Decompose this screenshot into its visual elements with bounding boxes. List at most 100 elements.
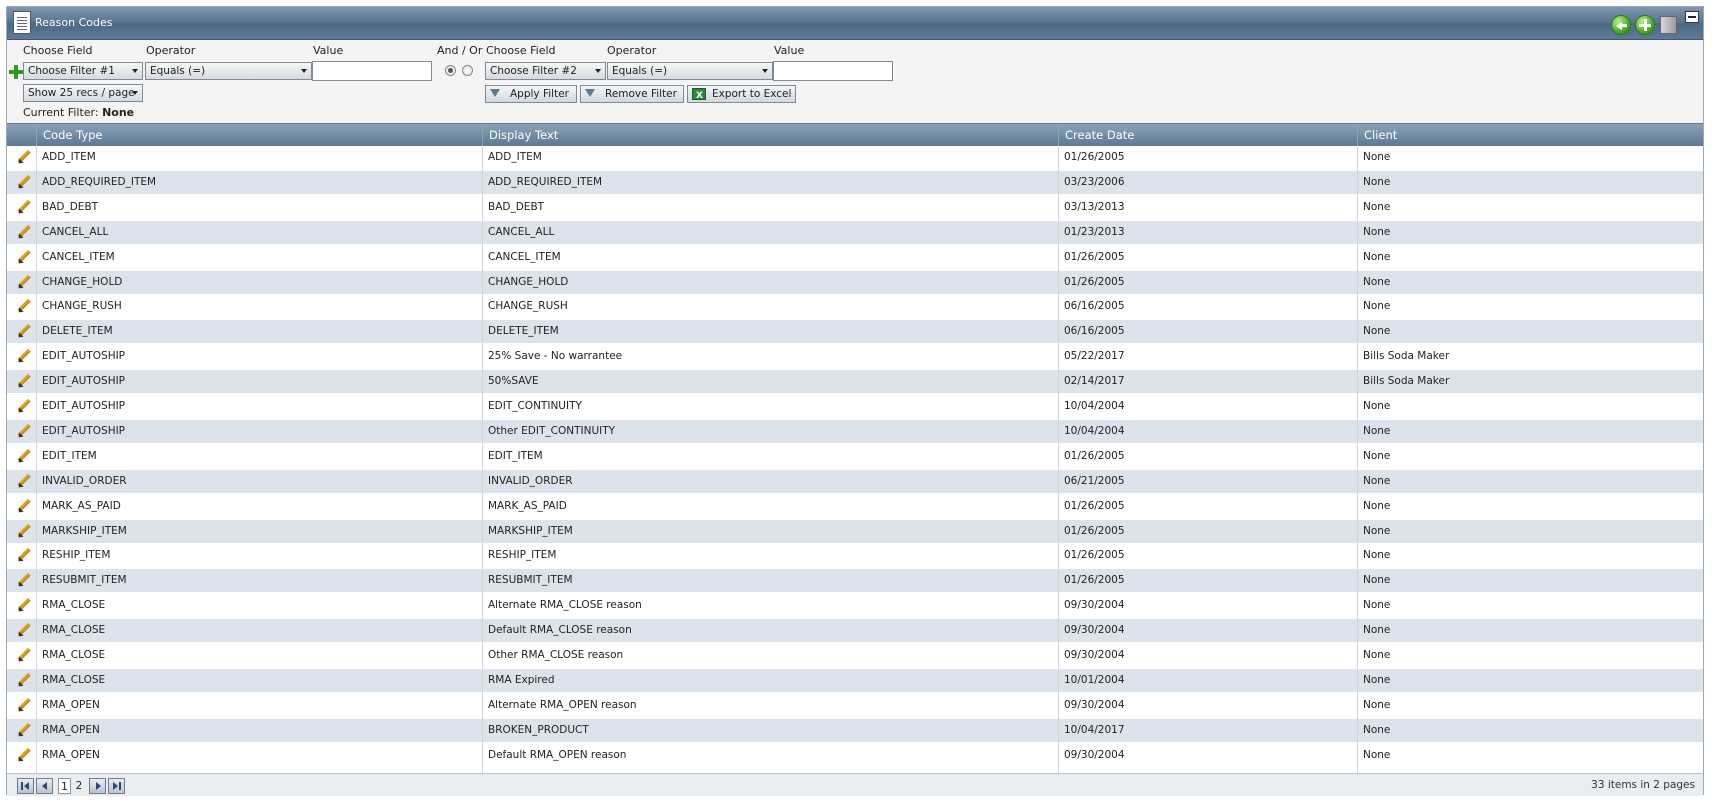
- operator1-select[interactable]: Equals (=): [145, 62, 312, 80]
- table-row[interactable]: EDIT_ITEM EDIT_ITEM 01/26/2005 None: [7, 445, 1703, 468]
- column-header-code-type[interactable]: Code Type: [36, 124, 482, 146]
- table-cell: 06/16/2005: [1064, 325, 1125, 338]
- pencil-icon[interactable]: [16, 499, 30, 513]
- pencil-icon[interactable]: [16, 275, 30, 289]
- pencil-icon[interactable]: [16, 723, 30, 737]
- table-cell: RMA_OPEN: [42, 748, 100, 761]
- add-filter-icon[interactable]: [9, 65, 23, 79]
- and-radio[interactable]: [445, 65, 456, 76]
- table-row[interactable]: BAD_DEBT BAD_DEBT 03/13/2013 None: [7, 196, 1703, 219]
- or-radio[interactable]: [462, 65, 473, 76]
- table-row[interactable]: CHANGE_RUSH CHANGE_RUSH 06/16/2005 None: [7, 295, 1703, 318]
- operator-label-2: Operator: [607, 44, 657, 57]
- next-page-button[interactable]: [89, 778, 106, 794]
- pencil-icon[interactable]: [16, 150, 30, 164]
- pencil-icon[interactable]: [16, 424, 30, 438]
- minimize-icon[interactable]: [1685, 11, 1699, 23]
- last-page-button[interactable]: [108, 778, 125, 794]
- pencil-icon[interactable]: [16, 299, 30, 313]
- table-row[interactable]: ADD_REQUIRED_ITEM ADD_REQUIRED_ITEM 03/23/…: [7, 170, 1703, 194]
- table-row[interactable]: CHANGE_HOLD CHANGE_HOLD 01/26/2005 None: [7, 270, 1703, 294]
- table-row[interactable]: RMA_OPEN BROKEN_PRODUCT 10/04/2017 None: [7, 718, 1703, 742]
- table-row[interactable]: MARK_AS_PAID MARK_AS_PAID 01/26/2005 None: [7, 495, 1703, 518]
- table-row[interactable]: EDIT_AUTOSHIP 25% Save - No warrantee 05/2…: [7, 345, 1703, 368]
- table-row[interactable]: EDIT_AUTOSHIP 50%SAVE 02/14/2017 Bills Soda…: [7, 370, 1703, 394]
- table-cell: RESHIP_ITEM: [488, 549, 557, 562]
- chevron-down-icon: [301, 69, 307, 73]
- filter1-select[interactable]: Choose Filter #1: [23, 62, 143, 80]
- table-row[interactable]: RMA_CLOSE Other RMA_CLOSE reason 09/30/200…: [7, 644, 1703, 667]
- last-page-bar: [119, 782, 121, 790]
- first-page-button[interactable]: [17, 778, 34, 794]
- page-size-select[interactable]: Show 25 recs / page: [23, 84, 143, 102]
- table-row[interactable]: ADD_ITEM ADD_ITEM 01/26/2005 None: [7, 146, 1703, 169]
- table-row[interactable]: CANCEL_ALL CANCEL_ALL 01/23/2013 None: [7, 220, 1703, 244]
- export-excel-button[interactable]: Export to Excel: [687, 85, 796, 104]
- table-cell: RESUBMIT_ITEM: [488, 574, 573, 587]
- table-cell: CHANGE_HOLD: [42, 275, 123, 288]
- pencil-icon[interactable]: [16, 673, 30, 687]
- page-number[interactable]: 2: [74, 778, 84, 794]
- filter2-select[interactable]: Choose Filter #2: [485, 62, 606, 80]
- table-row[interactable]: RESUBMIT_ITEM RESUBMIT_ITEM 01/26/2005 None: [7, 569, 1703, 593]
- table-row[interactable]: RESHIP_ITEM RESHIP_ITEM 01/26/2005 None: [7, 544, 1703, 567]
- column-header-create-date[interactable]: Create Date: [1058, 124, 1357, 146]
- pencil-icon[interactable]: [16, 548, 30, 562]
- table-cell: BAD_DEBT: [42, 200, 99, 213]
- operator2-select[interactable]: Equals (=): [607, 62, 773, 80]
- table-row[interactable]: MARKSHIP_ITEM MARKSHIP_ITEM 01/26/2005 None: [7, 519, 1703, 543]
- excel-icon: [692, 88, 706, 104]
- table-row[interactable]: EDIT_AUTOSHIP EDIT_CONTINUITY 10/04/2004 No…: [7, 395, 1703, 418]
- pencil-icon[interactable]: [16, 175, 30, 189]
- column-header-display-text[interactable]: Display Text: [482, 124, 1058, 146]
- table-cell: EDIT_AUTOSHIP: [42, 400, 126, 412]
- pencil-icon[interactable]: [16, 648, 30, 662]
- table-row[interactable]: RMA_CLOSE Alternate RMA_CLOSE reason 09/30…: [7, 594, 1703, 617]
- table-row[interactable]: CANCEL_ITEM CANCEL_ITEM 01/26/2005 None: [7, 246, 1703, 269]
- table-row[interactable]: INVALID_ORDER INVALID_ORDER 06/21/2005 None: [7, 469, 1703, 493]
- table-cell: 10/04/2017: [1064, 723, 1125, 736]
- table-cell: EDIT_CONTINUITY: [488, 400, 582, 412]
- page-number-current[interactable]: 1: [58, 778, 71, 794]
- cube-icon[interactable]: [1660, 16, 1677, 34]
- pencil-icon[interactable]: [16, 748, 30, 762]
- table-row[interactable]: DELETE_ITEM DELETE_ITEM 06/16/2005 None: [7, 320, 1703, 344]
- table-row[interactable]: RMA_CLOSE Default RMA_CLOSE reason 09/30/2…: [7, 619, 1703, 643]
- pencil-icon[interactable]: [16, 623, 30, 637]
- column-header-client[interactable]: Client: [1357, 124, 1703, 146]
- pencil-icon[interactable]: [16, 349, 30, 363]
- back-arrow-icon[interactable]: [1611, 15, 1631, 35]
- remove-filter-button[interactable]: Remove Filter: [580, 85, 684, 103]
- pencil-icon[interactable]: [16, 324, 30, 338]
- pencil-icon[interactable]: [16, 524, 30, 538]
- value2-input[interactable]: [773, 61, 893, 81]
- grid-header: Code Type Display Text Create Date Clien…: [7, 124, 1703, 146]
- pencil-icon[interactable]: [16, 399, 30, 413]
- pencil-icon[interactable]: [16, 598, 30, 612]
- pencil-icon[interactable]: [16, 698, 30, 712]
- add-icon[interactable]: [1635, 15, 1655, 35]
- current-filter-value: None: [102, 106, 135, 119]
- pencil-icon[interactable]: [16, 225, 30, 239]
- window-title: Reason Codes: [35, 16, 113, 29]
- table-cell: MARKSHIP_ITEM: [42, 524, 127, 537]
- title-bar: Reason Codes: [7, 7, 1703, 40]
- prev-page-button[interactable]: [36, 778, 53, 794]
- pencil-icon[interactable]: [16, 374, 30, 388]
- table-cell: None: [1363, 673, 1391, 686]
- pencil-icon[interactable]: [16, 200, 30, 214]
- table-row[interactable]: EDIT_AUTOSHIP Other EDIT_CONTINUITY 10/04/…: [7, 419, 1703, 443]
- value1-input[interactable]: [312, 61, 432, 81]
- chevron-down-icon: [132, 91, 138, 95]
- pencil-icon[interactable]: [16, 449, 30, 463]
- table-cell: RESUBMIT_ITEM: [42, 574, 127, 587]
- pencil-icon[interactable]: [16, 573, 30, 587]
- apply-filter-button[interactable]: Apply Filter: [485, 85, 577, 103]
- table-row[interactable]: RMA_CLOSE RMA Expired 10/01/2004 None: [7, 668, 1703, 692]
- table-row[interactable]: RMA_OPEN Alternate RMA_OPEN reason 09/30/2…: [7, 694, 1703, 717]
- table-row[interactable]: RMA_OPEN Default RMA_OPEN reason 09/30/200…: [7, 744, 1703, 767]
- apply-filter-label: Apply Filter: [510, 88, 569, 100]
- pencil-icon[interactable]: [16, 250, 30, 264]
- pencil-icon[interactable]: [16, 474, 30, 488]
- table-cell: CANCEL_ALL: [488, 225, 555, 238]
